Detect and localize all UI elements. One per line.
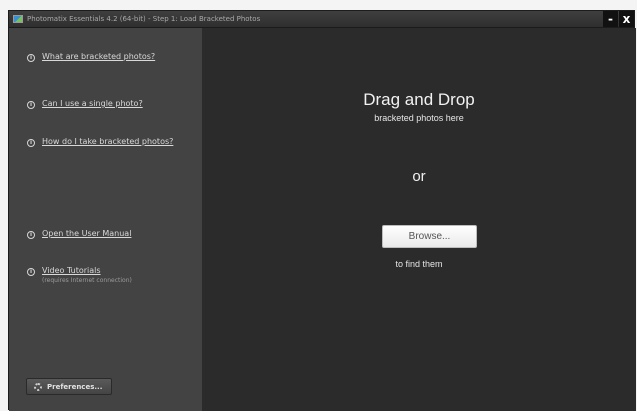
- info-icon: i: [27, 139, 35, 147]
- minimize-button[interactable]: -: [603, 11, 618, 27]
- sidebar-link-label[interactable]: How do I take bracketed photos?: [42, 137, 173, 146]
- sidebar-link-user-manual[interactable]: i Open the User Manual: [27, 229, 131, 239]
- drop-subtitle: bracketed photos here: [374, 113, 464, 123]
- close-button[interactable]: x: [619, 11, 634, 27]
- info-icon: i: [27, 268, 35, 276]
- info-icon: i: [27, 54, 35, 62]
- app-logo-icon: [13, 15, 23, 23]
- find-label: to find them: [395, 259, 443, 269]
- sidebar-link-single-photo[interactable]: i Can I use a single photo?: [27, 99, 143, 109]
- sidebar-link-take-bracketed[interactable]: i How do I take bracketed photos?: [27, 137, 173, 147]
- sidebar-link-label[interactable]: Can I use a single photo?: [42, 99, 143, 108]
- sidebar-link-bracketed-photos[interactable]: i What are bracketed photos?: [27, 52, 155, 62]
- info-icon: i: [27, 101, 35, 109]
- browse-button[interactable]: Browse...: [382, 225, 477, 248]
- info-icon: i: [27, 231, 35, 239]
- sidebar-link-label[interactable]: Open the User Manual: [42, 229, 131, 238]
- app-window: Photomatix Essentials 4.2 (64-bit) - Ste…: [8, 10, 636, 411]
- sidebar-link-label[interactable]: What are bracketed photos?: [42, 52, 155, 61]
- sidebar-link-note: (requires Internet connection): [42, 277, 132, 284]
- sidebar: i What are bracketed photos? i Can I use…: [9, 28, 202, 411]
- video-tutorials-text: Video Tutorials (requires Internet conne…: [42, 266, 132, 284]
- sidebar-link-video-tutorials[interactable]: i Video Tutorials (requires Internet con…: [27, 266, 132, 284]
- preferences-label: Preferences...: [47, 382, 103, 391]
- or-label: or: [412, 168, 426, 185]
- preferences-button[interactable]: Preferences...: [26, 378, 112, 395]
- gear-icon: [34, 382, 42, 391]
- title-bar[interactable]: Photomatix Essentials 4.2 (64-bit) - Ste…: [9, 11, 634, 28]
- window-controls: - x: [602, 11, 634, 28]
- window-title: Photomatix Essentials 4.2 (64-bit) - Ste…: [27, 15, 261, 23]
- drop-zone[interactable]: Drag and Drop bracketed photos here or B…: [202, 28, 636, 411]
- drop-title: Drag and Drop: [363, 90, 475, 109]
- sidebar-link-label[interactable]: Video Tutorials: [42, 266, 132, 275]
